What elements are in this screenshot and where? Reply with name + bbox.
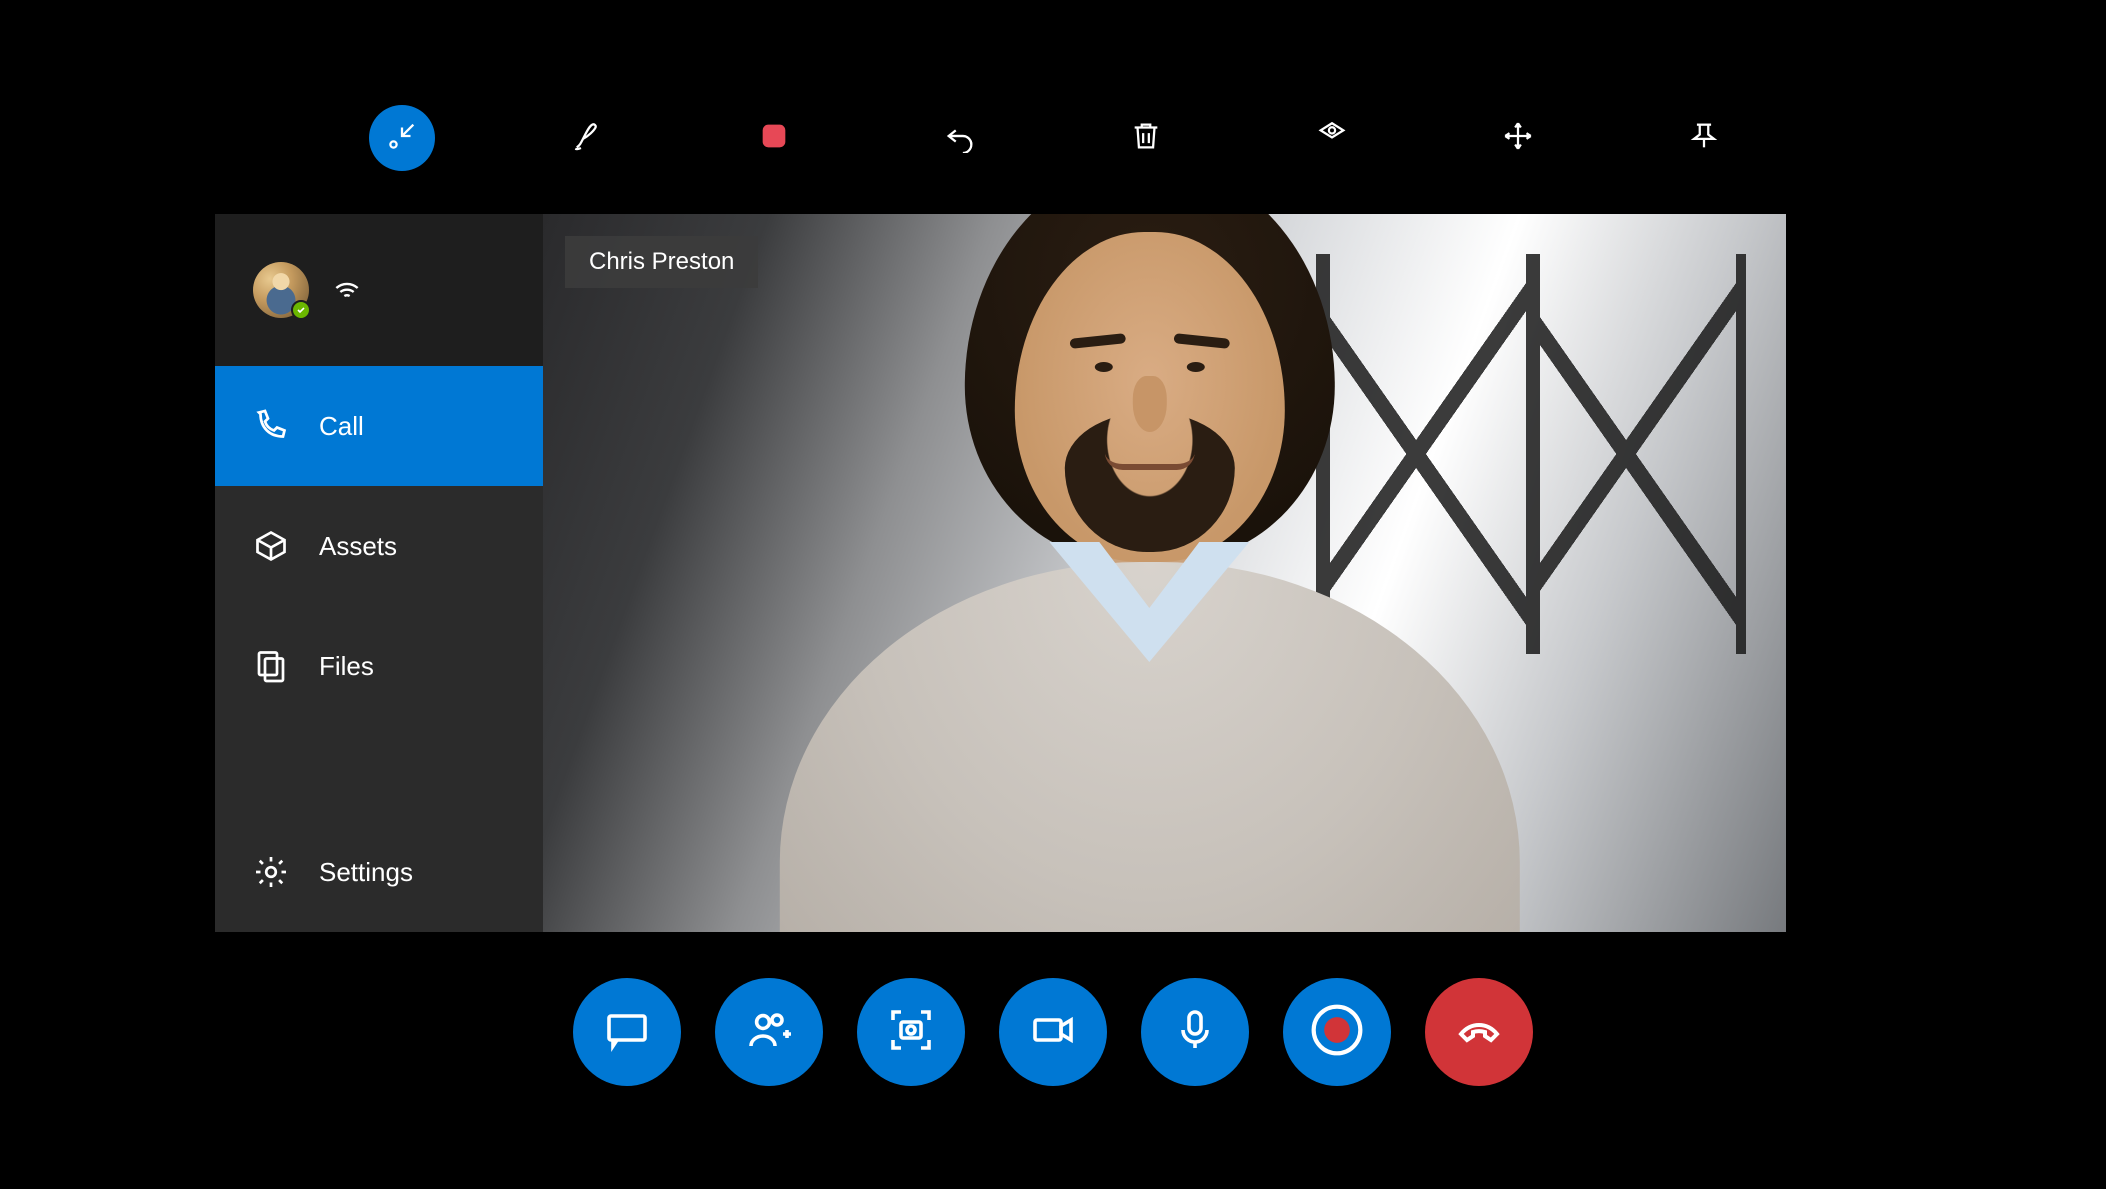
move-arrows-icon [1501, 119, 1535, 158]
record-icon [1309, 1002, 1365, 1063]
move-button[interactable] [1485, 105, 1551, 171]
stop-square-icon [757, 119, 791, 158]
annotation-toolbar [0, 105, 2106, 171]
package-icon [253, 528, 289, 564]
video-icon [1029, 1006, 1077, 1059]
wifi-icon [331, 272, 363, 309]
phone-icon [253, 408, 289, 444]
end-call-button[interactable] [1425, 978, 1533, 1086]
trash-icon [1129, 119, 1163, 158]
video-toggle-button[interactable] [999, 978, 1107, 1086]
record-button[interactable] [1283, 978, 1391, 1086]
target-icon [1315, 119, 1349, 158]
sidebar-item-call[interactable]: Call [215, 366, 543, 486]
collapse-button[interactable] [369, 105, 435, 171]
sidebar-item-settings[interactable]: Settings [215, 812, 543, 932]
files-icon [253, 648, 289, 684]
sidebar-item-label: Assets [319, 531, 397, 562]
chat-icon [603, 1006, 651, 1059]
sidebar-item-label: Files [319, 651, 374, 682]
pin-icon [1687, 119, 1721, 158]
presence-badge-available [291, 300, 311, 320]
user-avatar[interactable] [253, 262, 309, 318]
ink-button[interactable] [555, 105, 621, 171]
sidebar: Call Assets Files [215, 214, 543, 932]
app-window: Call Assets Files [215, 214, 1786, 932]
stop-record-button[interactable] [741, 105, 807, 171]
sidebar-item-label: Call [319, 411, 364, 442]
participant-name-tag: Chris Preston [565, 236, 758, 288]
participant-illustration [769, 252, 1529, 932]
sidebar-nav: Call Assets Files [215, 366, 543, 932]
delete-button[interactable] [1113, 105, 1179, 171]
spatial-button[interactable] [1299, 105, 1365, 171]
chat-button[interactable] [573, 978, 681, 1086]
gear-icon [253, 854, 289, 890]
sidebar-item-files[interactable]: Files [215, 606, 543, 726]
pin-button[interactable] [1671, 105, 1737, 171]
call-controls [0, 978, 2106, 1086]
collapse-icon [385, 119, 419, 158]
sidebar-item-assets[interactable]: Assets [215, 486, 543, 606]
add-participant-button[interactable] [715, 978, 823, 1086]
hangup-icon [1455, 1006, 1503, 1059]
sidebar-item-label: Settings [319, 857, 413, 888]
mic-toggle-button[interactable] [1141, 978, 1249, 1086]
participant-name: Chris Preston [589, 248, 734, 275]
people-add-icon [745, 1006, 793, 1059]
screenshot-button[interactable] [857, 978, 965, 1086]
microphone-icon [1171, 1006, 1219, 1059]
camera-frame-icon [887, 1006, 935, 1059]
undo-button[interactable] [927, 105, 993, 171]
video-feed: Chris Preston [543, 214, 1786, 932]
undo-icon [943, 119, 977, 158]
pen-icon [571, 119, 605, 158]
sidebar-header [215, 214, 543, 366]
